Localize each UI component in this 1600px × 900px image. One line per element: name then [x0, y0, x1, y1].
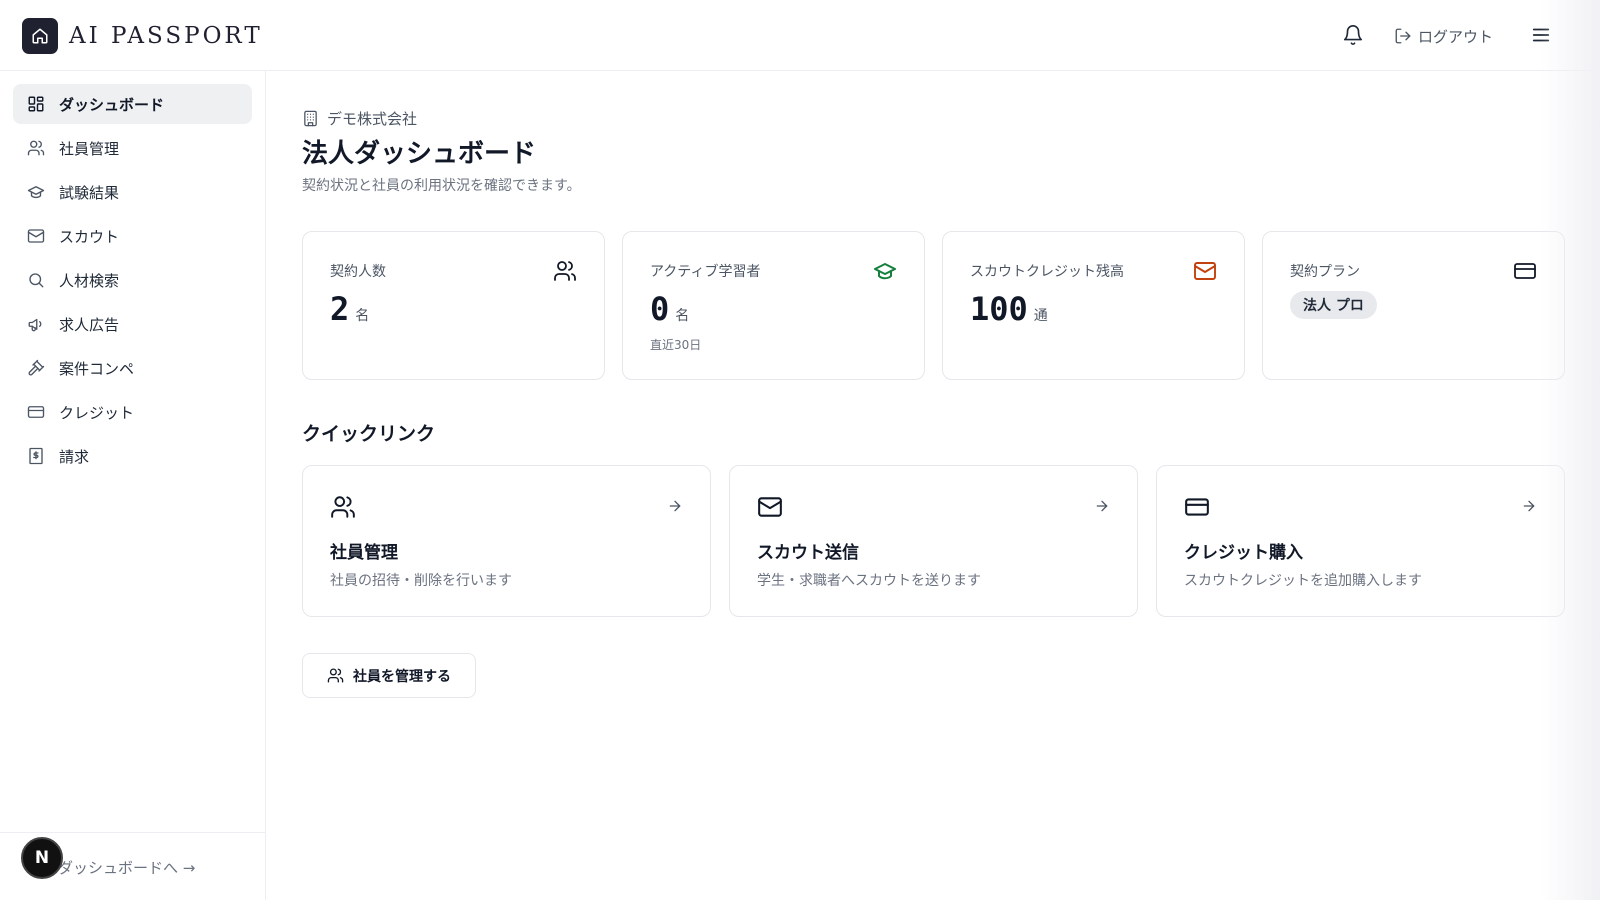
quick-link-title: クレジット購入 [1184, 543, 1303, 563]
sidebar-item-employees[interactable]: 社員管理 [13, 128, 252, 168]
sidebar-item-label: クレジット [59, 403, 135, 422]
stat-note: 直近30日 [650, 338, 702, 352]
stat-label: 契約人数 [330, 264, 386, 280]
sidebar-item-billing[interactable]: 請求 [13, 436, 252, 476]
sidebar-item-label: スカウト [59, 227, 120, 246]
quick-link-title: 社員管理 [330, 543, 398, 563]
company-name-row: デモ株式会社 [302, 108, 417, 129]
stat-unit: 通 [1033, 308, 1048, 324]
stat-value: 0 名 [650, 290, 689, 328]
users-icon [27, 140, 45, 156]
sidebar-item-label: 請求 [59, 447, 90, 466]
credit-card-icon [1514, 263, 1536, 279]
menu-button[interactable] [1530, 24, 1552, 46]
stat-card-active-learners: アクティブ学習者 0 名 直近30日 [622, 231, 925, 380]
plan-badge: 法人 プロ [1290, 291, 1377, 319]
stat-unit: 名 [355, 308, 370, 324]
page-title: 法人ダッシュボード [302, 139, 537, 169]
arrow-right-icon [1523, 500, 1535, 512]
arrow-right-icon [669, 500, 681, 512]
quick-link-desc: スカウトクレジットを追加購入します [1184, 573, 1422, 589]
company-name: デモ株式会社 [327, 110, 418, 128]
quick-link-desc: 学生・求職者へスカウトを送ります [757, 573, 981, 589]
credit-card-icon [1185, 498, 1209, 516]
sidebar-item-label: ダッシュボード [59, 95, 165, 114]
users-icon [554, 261, 576, 281]
credit-card-icon [27, 406, 45, 418]
sidebar-item-dashboard[interactable]: ダッシュボード [13, 84, 252, 124]
quick-link-title: スカウト送信 [757, 543, 859, 563]
home-icon [32, 28, 48, 44]
manage-employees-label: 社員を管理する [353, 668, 451, 685]
mail-icon [27, 229, 45, 243]
logout-label: ログアウト [1418, 27, 1494, 46]
arrow-right-icon [1096, 500, 1108, 512]
sidebar-item-label: 人材検索 [59, 271, 120, 290]
search-icon [29, 273, 44, 288]
notification-button[interactable] [1342, 24, 1364, 46]
mail-icon [758, 497, 782, 517]
quick-links-heading: クイックリンク [302, 423, 436, 445]
stat-card-contract-count: 契約人数 2 名 [302, 231, 605, 380]
sidebar-item-scout[interactable]: スカウト [13, 216, 252, 256]
building-icon [304, 110, 317, 127]
quick-link-employee-management[interactable]: 社員管理 社員の招待・削除を行います [302, 465, 711, 617]
stat-label: 契約プラン [1290, 264, 1360, 280]
stat-unit: 名 [675, 308, 690, 324]
sidebar-item-project-competition[interactable]: 案件コンペ [13, 348, 252, 388]
stat-label: アクティブ学習者 [650, 264, 761, 280]
quick-link-desc: 社員の招待・削除を行います [330, 573, 512, 589]
home-logo[interactable] [22, 18, 58, 54]
users-icon [331, 496, 355, 518]
edge-shadow [1540, 0, 1600, 900]
gavel-icon [28, 359, 45, 376]
sidebar-item-talent-search[interactable]: 人材検索 [13, 260, 252, 300]
quick-link-send-scout[interactable]: スカウト送信 学生・求職者へスカウトを送ります [729, 465, 1138, 617]
back-to-dashboard-link[interactable]: ダッシュボードへ → [58, 857, 195, 878]
sidebar: ダッシュボード 社員管理 試験結果 スカウト 人材検索 求人広告 案件コンペ ク… [0, 71, 266, 900]
sidebar-item-job-ads[interactable]: 求人広告 [13, 304, 252, 344]
sidebar-item-exam-results[interactable]: 試験結果 [13, 172, 252, 212]
logout-button[interactable]: ログアウト [1394, 24, 1493, 48]
sidebar-item-label: 社員管理 [59, 139, 120, 158]
graduation-cap-icon [27, 186, 45, 199]
stat-number: 2 [330, 290, 350, 328]
layout-grid-icon [28, 96, 44, 112]
stat-number: 0 [650, 290, 670, 328]
sidebar-item-label: 案件コンペ [59, 359, 135, 378]
graduation-cap-icon [874, 263, 896, 280]
stat-value: 100 通 [970, 290, 1048, 328]
page-subtitle: 契約状況と社員の利用状況を確認できます。 [302, 178, 581, 194]
sidebar-item-label: 求人広告 [59, 315, 120, 334]
stat-card-scout-credit: スカウトクレジット残高 100 通 [942, 231, 1245, 380]
dev-tools-badge[interactable]: N [21, 837, 63, 879]
quick-link-buy-credit[interactable]: クレジット購入 スカウトクレジットを追加購入します [1156, 465, 1565, 617]
log-out-icon [1395, 28, 1411, 44]
stat-label: スカウトクレジット残高 [970, 264, 1124, 280]
stat-card-contract-plan: 契約プラン 法人 プロ [1262, 231, 1565, 380]
sidebar-item-credit[interactable]: クレジット [13, 392, 252, 432]
bell-icon [1343, 25, 1363, 45]
brand-name: AI PASSPORT [69, 23, 263, 49]
sidebar-item-label: 試験結果 [59, 183, 120, 202]
stat-value: 2 名 [330, 290, 369, 328]
mail-icon [1194, 262, 1216, 280]
receipt-icon [29, 447, 43, 465]
top-header: AI PASSPORT ログアウト [0, 0, 1600, 71]
users-icon [327, 668, 344, 683]
manage-employees-button[interactable]: 社員を管理する [302, 653, 476, 698]
megaphone-icon [28, 318, 42, 332]
stat-number: 100 [970, 290, 1028, 328]
hamburger-menu-icon [1532, 28, 1550, 42]
